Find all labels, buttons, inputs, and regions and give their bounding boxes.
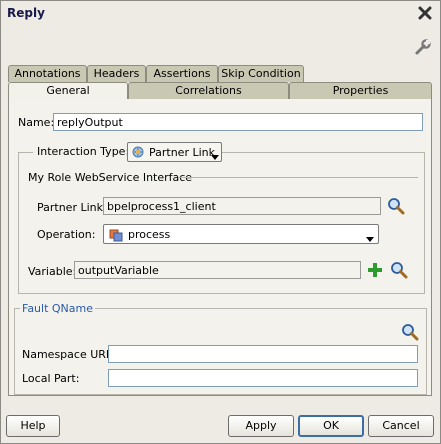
fault-heading: Fault QName bbox=[20, 302, 96, 315]
name-field[interactable]: replyOutput bbox=[53, 113, 423, 131]
operation-icon bbox=[109, 228, 123, 245]
operation-value: process bbox=[128, 228, 171, 241]
partner-link-field[interactable]: bpelprocess1_client bbox=[103, 197, 381, 215]
local-part-label: Local Part: bbox=[22, 372, 80, 385]
chevron-down-icon bbox=[211, 150, 219, 163]
my-role-separator bbox=[178, 177, 418, 178]
tab-properties[interactable]: Properties bbox=[289, 82, 432, 99]
operation-label: Operation: bbox=[37, 228, 96, 241]
interaction-type-label: Interaction Type: bbox=[33, 145, 134, 158]
partner-link-label: Partner Link: bbox=[37, 201, 107, 214]
wrench-icon[interactable] bbox=[414, 38, 432, 56]
dialog-title: Reply bbox=[7, 6, 45, 20]
namespace-uri-field[interactable] bbox=[108, 345, 418, 363]
help-button[interactable]: Help bbox=[6, 415, 60, 437]
operation-select[interactable]: process bbox=[103, 224, 379, 244]
chevron-down-icon bbox=[366, 232, 374, 245]
apply-button[interactable]: Apply bbox=[228, 415, 294, 437]
partner-link-icon bbox=[131, 145, 145, 162]
close-icon[interactable] bbox=[417, 5, 433, 21]
tab-general[interactable]: General bbox=[8, 82, 128, 99]
search-icon[interactable] bbox=[390, 261, 408, 282]
interaction-type-value: Partner Link bbox=[149, 146, 215, 159]
variable-field[interactable]: outputVariable bbox=[74, 261, 361, 279]
ok-button[interactable]: OK bbox=[298, 415, 364, 437]
namespace-uri-label: Namespace URI: bbox=[22, 348, 113, 361]
tab-skip-condition[interactable]: Skip Condition bbox=[218, 65, 304, 82]
name-label: Name: bbox=[18, 116, 55, 129]
tab-headers[interactable]: Headers bbox=[87, 65, 146, 82]
interaction-type-combo[interactable]: Partner Link bbox=[127, 142, 222, 162]
tab-annotations[interactable]: Annotations bbox=[8, 65, 87, 82]
variable-label: Variable: bbox=[28, 265, 77, 278]
cancel-button[interactable]: Cancel bbox=[368, 415, 434, 437]
search-icon[interactable] bbox=[401, 323, 419, 344]
local-part-field[interactable] bbox=[108, 369, 418, 387]
my-role-heading: My Role WebService Interface bbox=[28, 171, 193, 184]
tab-assertions[interactable]: Assertions bbox=[146, 65, 218, 82]
search-icon[interactable] bbox=[387, 197, 405, 218]
tab-correlations[interactable]: Correlations bbox=[128, 82, 289, 99]
add-icon[interactable] bbox=[366, 261, 384, 282]
